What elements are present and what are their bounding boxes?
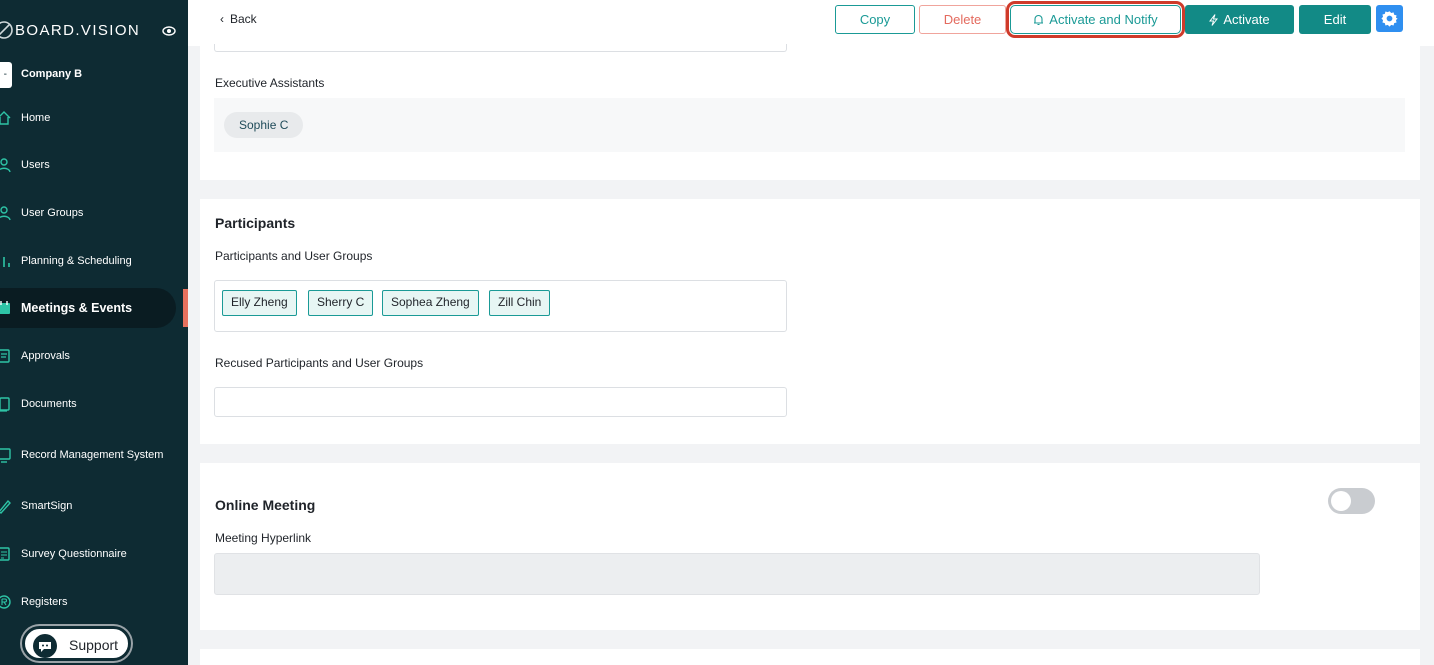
- lightning-icon: [1209, 13, 1219, 26]
- online-meeting-title: Online Meeting: [215, 497, 316, 513]
- user-group-icon: [0, 206, 11, 221]
- home-icon: [0, 111, 11, 125]
- sidebar-item-label: Planning & Scheduling: [21, 255, 132, 267]
- activate-button[interactable]: Activate: [1185, 5, 1294, 34]
- sidebar-item-users[interactable]: Users: [0, 145, 176, 185]
- sidebar-item-user-groups[interactable]: User Groups: [0, 193, 176, 233]
- copy-button[interactable]: Copy: [835, 5, 915, 34]
- recused-participants-input[interactable]: [214, 387, 787, 417]
- eye-icon[interactable]: [162, 25, 176, 37]
- sidebar-item-survey[interactable]: Survey Questionnaire: [0, 534, 176, 574]
- participant-tag[interactable]: Sherry C: [308, 290, 374, 316]
- next-section-card: [200, 649, 1420, 665]
- sidebar-item-label: Meetings & Events: [21, 301, 133, 315]
- delete-button[interactable]: Delete: [919, 5, 1006, 34]
- sidebar-item-label: User Groups: [21, 207, 84, 219]
- survey-icon: [0, 547, 10, 561]
- documents-icon: [0, 397, 10, 412]
- chevron-left-icon: ‹: [220, 12, 224, 26]
- support-button[interactable]: Support: [22, 626, 131, 661]
- copy-label: Copy: [859, 12, 891, 27]
- participants-card: Participants Participants and User Group…: [200, 199, 1420, 444]
- sidebar-item-label: SmartSign: [21, 500, 73, 512]
- participant-tag[interactable]: Sophea Zheng: [382, 290, 479, 316]
- edit-label: Edit: [1323, 12, 1347, 27]
- online-meeting-card: Online Meeting Meeting Hyperlink: [200, 463, 1420, 630]
- executive-assistants-field: Sophie C: [214, 98, 1405, 152]
- online-meeting-toggle[interactable]: [1328, 488, 1375, 514]
- gear-icon: [1381, 11, 1398, 27]
- sidebar-item-label: Approvals: [21, 350, 70, 362]
- registers-icon: [0, 595, 11, 609]
- settings-button[interactable]: [1376, 5, 1403, 32]
- executive-assistants-label: Executive Assistants: [215, 76, 325, 90]
- brand-logo[interactable]: BOARD.VISION: [0, 18, 188, 44]
- sidebar-item-registers[interactable]: Registers: [0, 582, 176, 622]
- sidebar-item-label: Documents: [21, 398, 77, 410]
- sidebar-item-meetings[interactable]: Meetings & Events: [0, 288, 176, 328]
- recused-label: Recused Participants and User Groups: [215, 356, 424, 370]
- delete-label: Delete: [943, 12, 982, 27]
- bell-icon: [1034, 14, 1044, 25]
- assistant-chip: Sophie C: [224, 112, 304, 138]
- sidebar-item-label: Record Management System: [21, 449, 164, 461]
- sidebar-item-approvals[interactable]: Approvals: [0, 336, 176, 376]
- brand-name: BOARD.VISION: [15, 22, 141, 39]
- back-link[interactable]: ‹ Back: [220, 12, 257, 26]
- activate-and-notify-button[interactable]: Activate and Notify: [1006, 1, 1185, 38]
- sidebar-item-home[interactable]: Home: [0, 98, 176, 138]
- sidebar-item-label: Registers: [21, 596, 68, 608]
- toggle-knob: [1331, 491, 1351, 511]
- sidebar-item-documents[interactable]: Documents: [0, 384, 176, 424]
- chat-icon: [33, 634, 57, 658]
- top-toolbar: ‹ Back Copy Delete Activate and Notify A…: [188, 0, 1434, 46]
- logo-mark-icon: [0, 21, 13, 39]
- company-name: Company B: [21, 68, 83, 80]
- company-switcher[interactable]: - Company B: [0, 62, 188, 88]
- meeting-hyperlink-label: Meeting Hyperlink: [215, 531, 312, 545]
- sidebar-item-label: Users: [21, 159, 50, 171]
- user-icon: [0, 158, 11, 173]
- back-label: Back: [230, 12, 257, 26]
- sidebar-item-label: Survey Questionnaire: [21, 548, 127, 560]
- sidebar-item-record-management[interactable]: Record Management System: [0, 435, 176, 475]
- sidebar-item-smartsign[interactable]: SmartSign: [0, 486, 176, 526]
- sidebar-item-label: Home: [21, 112, 51, 124]
- approval-icon: [0, 349, 10, 363]
- notify-label: Activate and Notify: [1049, 12, 1158, 27]
- participants-groups-label: Participants and User Groups: [215, 249, 373, 263]
- record-icon: [0, 448, 11, 463]
- participant-tag[interactable]: Zill Chin: [489, 290, 551, 316]
- participants-title: Participants: [215, 215, 296, 231]
- participants-field[interactable]: Elly Zheng Sherry C Sophea Zheng Zill Ch…: [214, 280, 787, 332]
- participant-tag[interactable]: Elly Zheng: [222, 290, 297, 316]
- activate-label: Activate: [1223, 12, 1270, 27]
- support-label: Support: [69, 637, 119, 653]
- executive-assistants-card: Executive Assistants Sophie C: [200, 44, 1420, 180]
- pen-icon: [0, 499, 11, 514]
- active-indicator: [183, 289, 188, 327]
- chart-icon: [3, 257, 10, 267]
- previous-field-input[interactable]: [214, 44, 787, 52]
- calendar-icon: [0, 301, 10, 314]
- sidebar: BOARD.VISION - Company B Home Users User…: [0, 0, 188, 665]
- edit-button[interactable]: Edit: [1299, 5, 1371, 34]
- meeting-hyperlink-input[interactable]: [214, 553, 1260, 595]
- company-badge: -: [0, 62, 12, 88]
- sidebar-item-planning[interactable]: Planning & Scheduling: [0, 241, 176, 281]
